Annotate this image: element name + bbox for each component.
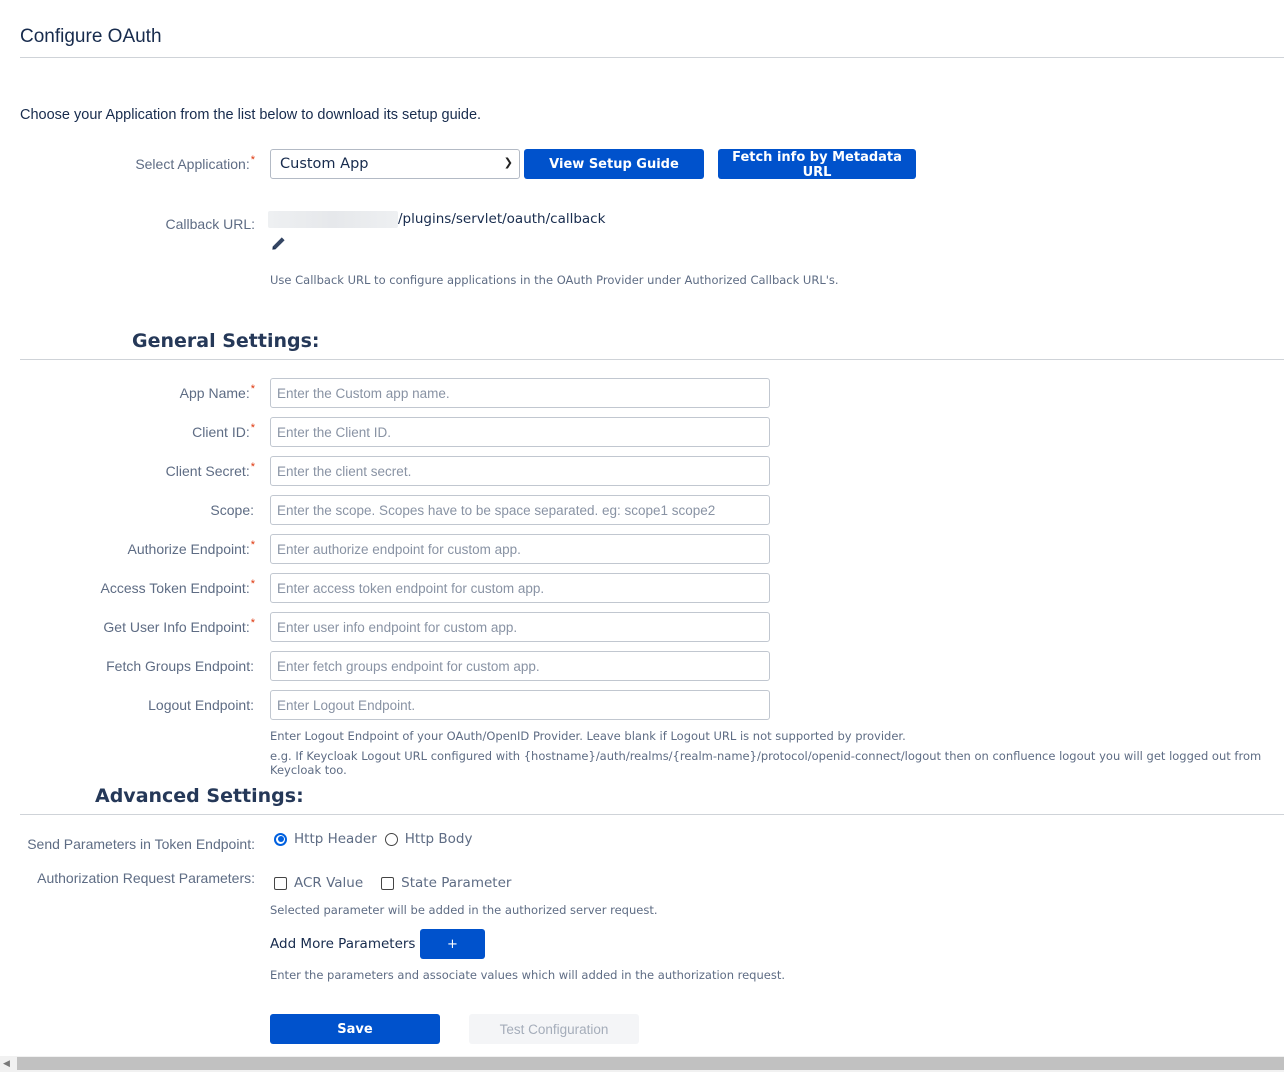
- scrollbar-thumb[interactable]: [17, 1057, 1284, 1070]
- http-header-radio[interactable]: [274, 832, 287, 846]
- required-marker: *: [250, 422, 255, 434]
- selected-application: Custom App: [280, 156, 369, 172]
- advanced-divider: [20, 814, 1284, 815]
- field-label-text: Fetch Groups Endpoint:: [106, 658, 254, 674]
- field-label-text: Logout Endpoint:: [148, 697, 254, 713]
- client-id-input[interactable]: [270, 417, 770, 447]
- save-button[interactable]: Save: [270, 1014, 440, 1044]
- send-params-radio-group: Http Header Http Body: [274, 831, 480, 847]
- required-marker: *: [250, 154, 255, 166]
- callback-url-label: Callback URL:: [165, 216, 255, 232]
- title-divider: [20, 57, 1284, 58]
- callback-help: Use Callback URL to configure applicatio…: [270, 273, 839, 287]
- field-label-text: App Name:: [179, 385, 250, 401]
- field-label: App Name:*: [0, 383, 255, 401]
- field-label: Client ID:*: [0, 422, 255, 440]
- field-label: Client Secret:*: [0, 461, 255, 479]
- intro-text: Choose your Application from the list be…: [20, 107, 482, 123]
- field-label-text: Client ID:: [192, 424, 250, 440]
- label-text: Select Application:: [135, 156, 250, 172]
- field-label: Authorize Endpoint:*: [0, 539, 255, 557]
- field-label-text: Client Secret:: [165, 463, 250, 479]
- field-label: Scope:: [0, 502, 255, 518]
- authorize-endpoint-input[interactable]: [270, 534, 770, 564]
- horizontal-scrollbar[interactable]: ◀: [0, 1056, 1284, 1072]
- app-name-input[interactable]: [270, 378, 770, 408]
- field-label: Access Token Endpoint:*: [0, 578, 255, 596]
- required-marker: *: [250, 578, 255, 590]
- state-parameter-checkbox[interactable]: [381, 876, 395, 890]
- page-title: Configure OAuth: [20, 26, 162, 47]
- http-header-label[interactable]: Http Header: [294, 831, 377, 847]
- field-label: Logout Endpoint:: [0, 697, 255, 713]
- http-body-label[interactable]: Http Body: [405, 831, 473, 847]
- add-more-params-label: Add More Parameters: [270, 936, 416, 952]
- advanced-settings-title: Advanced Settings:: [95, 785, 304, 807]
- fetch-groups-endpoint-input[interactable]: [270, 651, 770, 681]
- select-application-label: Select Application:*: [0, 154, 255, 172]
- field-label-text: Access Token Endpoint:: [100, 580, 250, 596]
- state-parameter-label[interactable]: State Parameter: [401, 875, 511, 891]
- fetch-metadata-button[interactable]: Fetch info by Metadata URL: [718, 149, 916, 180]
- callback-url-host-redacted: [268, 211, 398, 228]
- callback-url-value: /plugins/servlet/oauth/callback: [398, 211, 606, 227]
- acr-value-label[interactable]: ACR Value: [294, 875, 363, 891]
- field-label-text: Scope:: [210, 502, 254, 518]
- view-setup-guide-button[interactable]: View Setup Guide: [524, 149, 704, 179]
- logout-help-1: Enter Logout Endpoint of your OAuth/Open…: [270, 729, 906, 743]
- get-user-info-endpoint-input[interactable]: [270, 612, 770, 642]
- general-divider: [20, 359, 1284, 360]
- field-label-text: Authorize Endpoint:: [127, 541, 250, 557]
- general-settings-title: General Settings:: [132, 330, 320, 352]
- required-marker: *: [250, 383, 255, 395]
- auth-request-help: Selected parameter will be added in the …: [270, 903, 658, 917]
- http-body-radio[interactable]: [384, 832, 398, 846]
- field-label: Get User Info Endpoint:*: [0, 617, 255, 635]
- scope-input[interactable]: [270, 495, 770, 525]
- add-more-help: Enter the parameters and associate value…: [270, 968, 786, 982]
- scroll-left-arrow-icon[interactable]: ◀: [3, 1058, 10, 1069]
- application-select[interactable]: Custom App ❯: [270, 149, 520, 179]
- auth-request-params-label: Authorization Request Parameters:: [37, 870, 255, 886]
- logout-help-2: e.g. If Keycloak Logout URL configured w…: [270, 749, 1262, 777]
- acr-value-checkbox[interactable]: [274, 876, 287, 890]
- send-params-label: Send Parameters in Token Endpoint:: [27, 836, 255, 852]
- client-secret-input[interactable]: [270, 456, 770, 486]
- test-configuration-button[interactable]: Test Configuration: [469, 1014, 639, 1044]
- field-label-text: Get User Info Endpoint:: [103, 619, 250, 635]
- access-token-endpoint-input[interactable]: [270, 573, 770, 603]
- auth-request-params-group: ACR Value State Parameter: [274, 875, 519, 891]
- edit-pencil-icon[interactable]: [271, 236, 287, 252]
- required-marker: *: [250, 617, 255, 629]
- chevron-down-icon: ❯: [503, 156, 513, 169]
- pencil-icon-svg: [272, 237, 285, 250]
- required-marker: *: [250, 461, 255, 473]
- required-marker: *: [250, 539, 255, 551]
- add-parameter-button[interactable]: +: [420, 929, 485, 959]
- field-label: Fetch Groups Endpoint:: [0, 658, 255, 674]
- logout-endpoint-input[interactable]: [270, 690, 770, 720]
